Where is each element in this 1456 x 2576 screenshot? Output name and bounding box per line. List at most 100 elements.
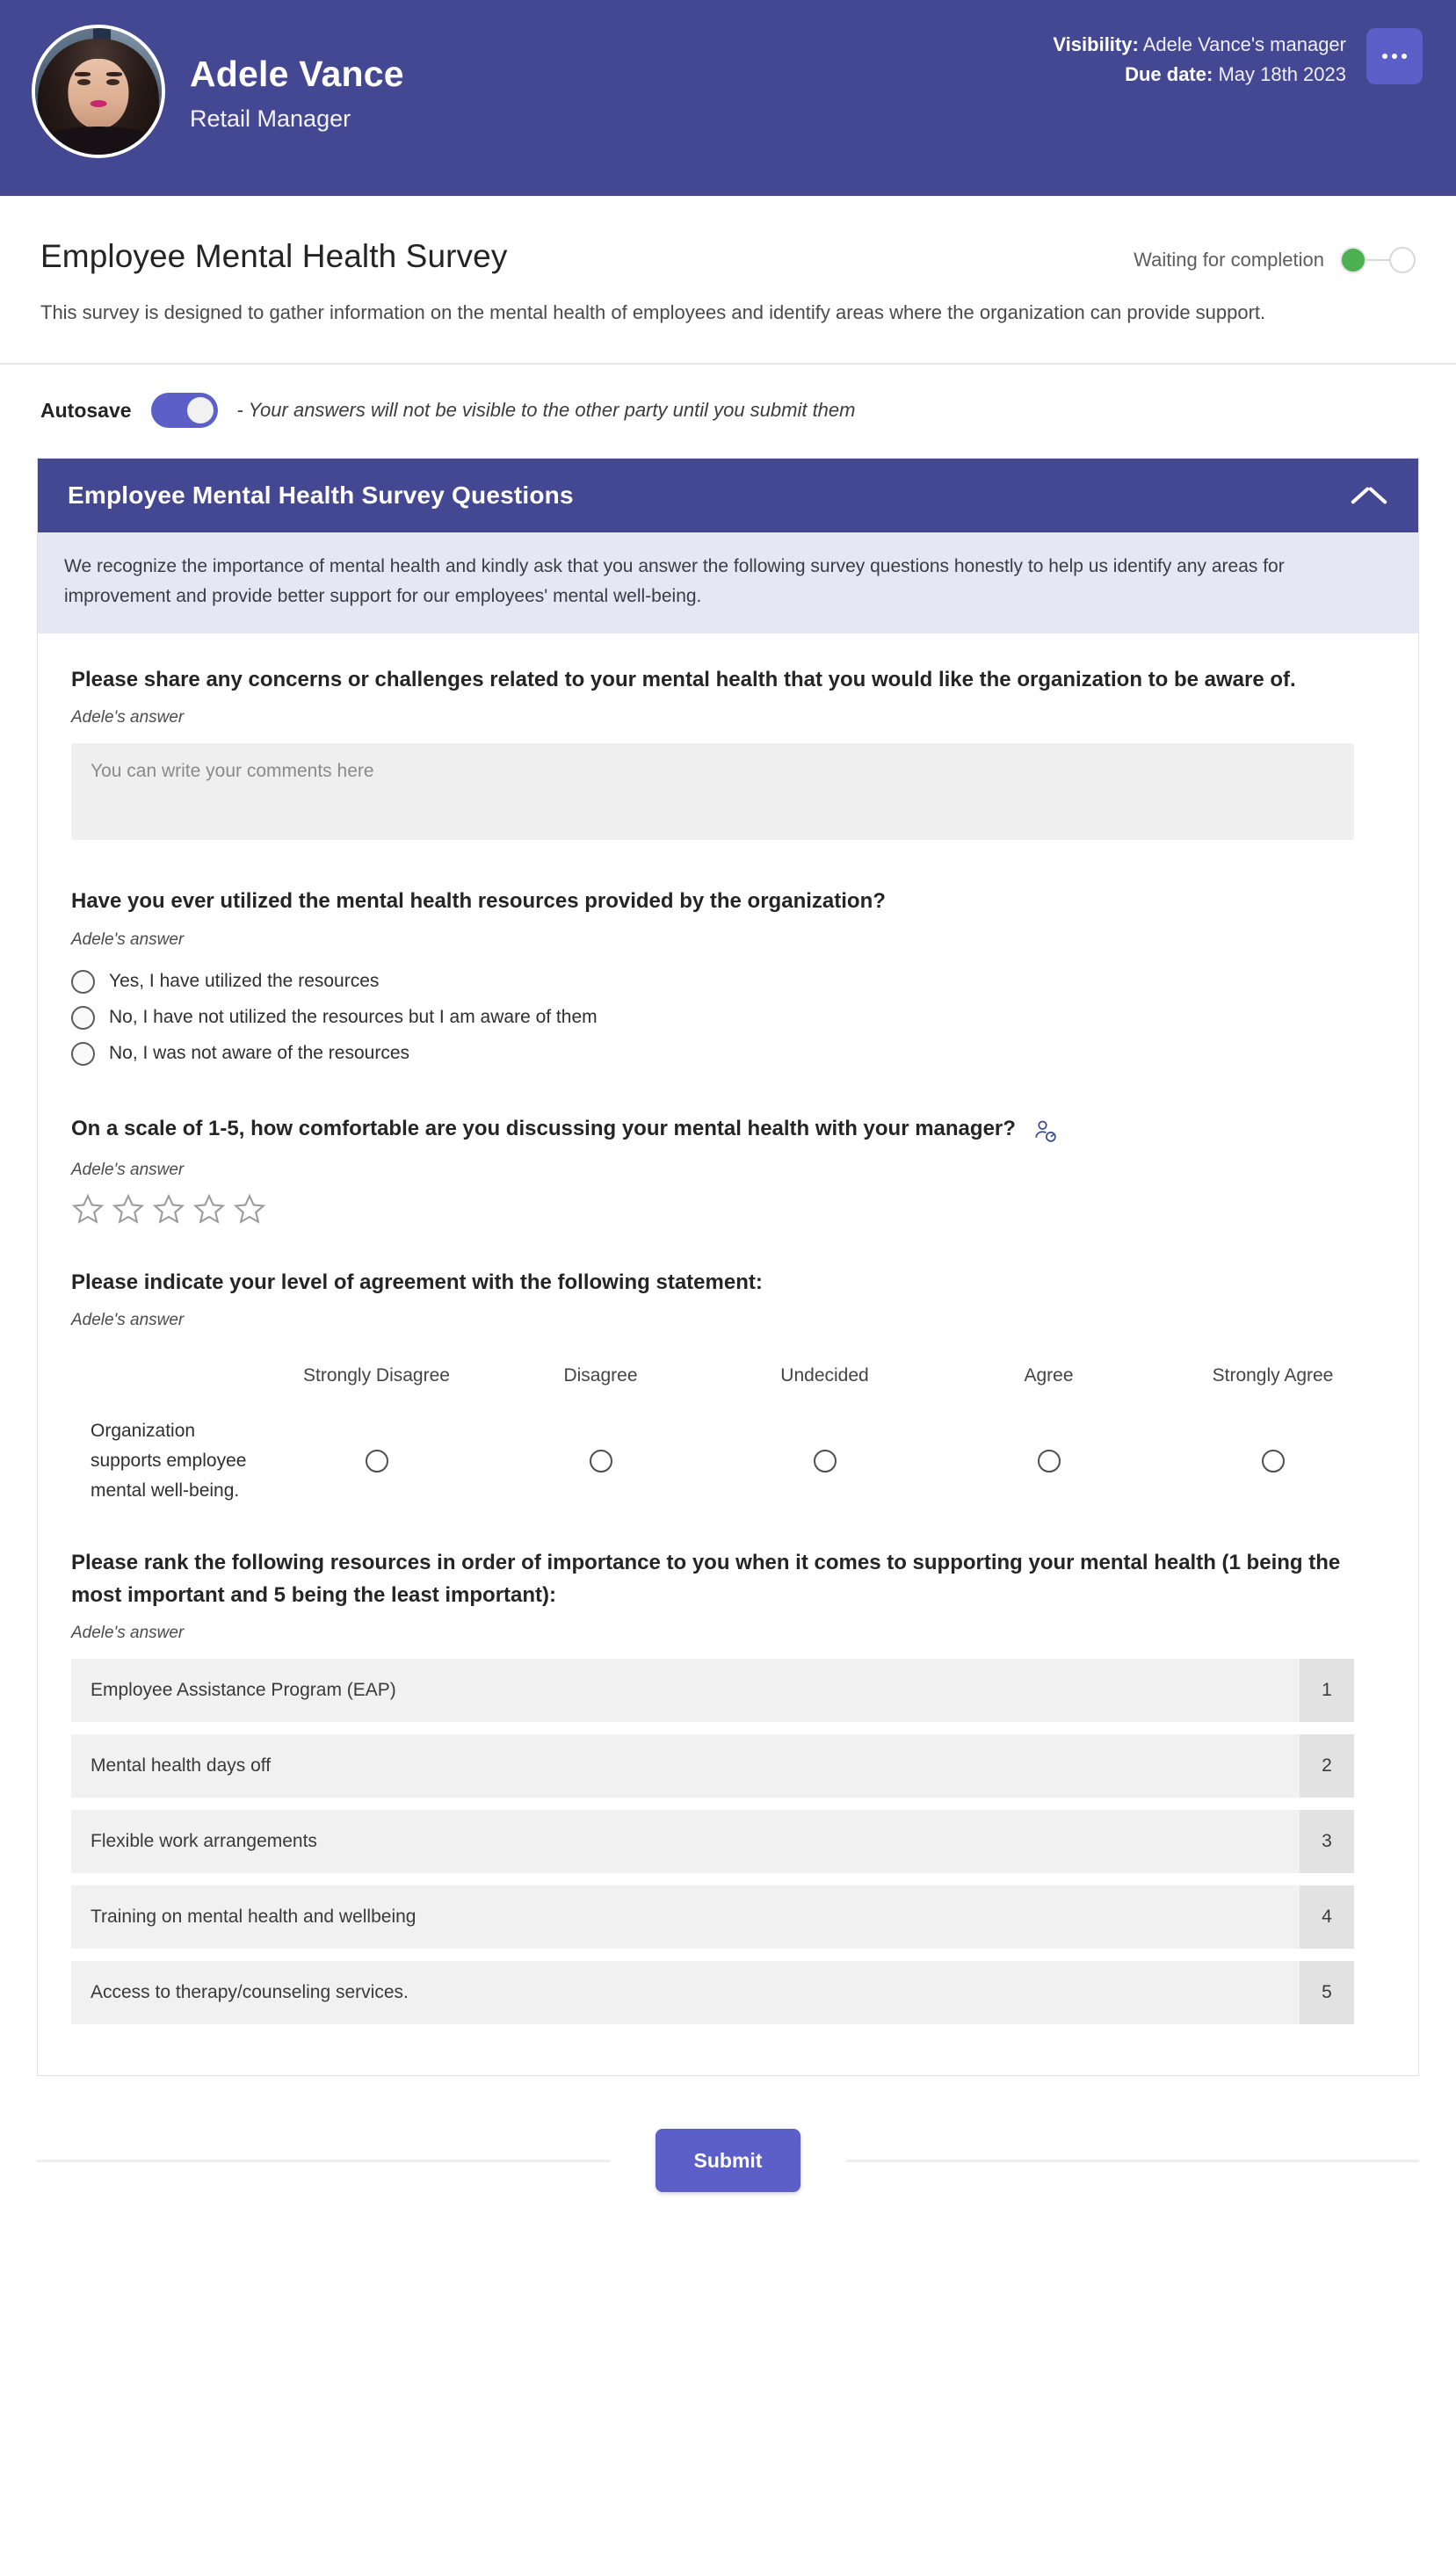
question-1: Please share any concerns or challenges … — [71, 663, 1385, 844]
likert-matrix-row: Organization supports employee mental we… — [71, 1416, 1385, 1506]
due-date-row: Due date: May 18th 2023 — [1053, 60, 1346, 90]
ranking-item-number: 3 — [1300, 1810, 1354, 1874]
likert-cell[interactable] — [264, 1449, 489, 1473]
survey-description: This survey is designed to gather inform… — [40, 301, 1266, 323]
star-icon[interactable] — [192, 1192, 226, 1226]
ranking-item-number: 2 — [1300, 1734, 1354, 1798]
star-icon[interactable] — [152, 1192, 185, 1226]
star-icon[interactable] — [112, 1192, 145, 1226]
question-4-answer-label: Adele's answer — [71, 1310, 185, 1329]
radio-option-label: Yes, I have utilized the resources — [109, 971, 380, 992]
survey-header: Employee Mental Health Survey This surve… — [0, 196, 1456, 365]
due-date-label: Due date: — [1125, 63, 1213, 86]
person-badge-icon — [1032, 1118, 1058, 1148]
likert-cell[interactable] — [713, 1449, 937, 1473]
visibility-label: Visibility: — [1053, 33, 1139, 55]
user-role: Retail Manager — [190, 105, 351, 133]
autosave-toggle[interactable] — [150, 393, 218, 429]
likert-matrix-header: Strongly Disagree Disagree Undecided Agr… — [71, 1365, 1385, 1386]
likert-column-header: Strongly Agree — [1212, 1364, 1334, 1386]
question-5-text: Please rank the following resources in o… — [71, 1550, 1341, 1608]
likert-column-header: Agree — [1024, 1364, 1074, 1386]
ranking-item[interactable]: Flexible work arrangements 3 — [71, 1810, 1354, 1874]
radio-circle-icon[interactable] — [71, 1041, 95, 1066]
divider-right — [846, 2159, 1420, 2162]
ranking-item-number: 5 — [1300, 1961, 1354, 2025]
radio-option[interactable]: No, I was not aware of the resources — [71, 1036, 1385, 1072]
progress-dots — [1340, 247, 1416, 273]
avatar — [32, 25, 165, 158]
autosave-note: - Your answers will not be visible to th… — [236, 399, 856, 422]
ranking-item[interactable]: Access to therapy/counseling services. 5 — [71, 1961, 1354, 2025]
radio-option[interactable]: Yes, I have utilized the resources — [71, 964, 1385, 1000]
question-2-answer-label: Adele's answer — [71, 930, 185, 949]
likert-column-header: Disagree — [563, 1364, 638, 1386]
user-name: Adele Vance — [190, 53, 404, 94]
likert-statement: Organization supports employee mental we… — [91, 1420, 247, 1501]
radio-circle-icon[interactable] — [589, 1449, 612, 1473]
name-block: Adele Vance Retail Manager — [190, 50, 404, 133]
question-1-text: Please share any concerns or challenges … — [71, 668, 1296, 692]
radio-circle-icon[interactable] — [813, 1449, 837, 1473]
ranking-item-number: 4 — [1300, 1885, 1354, 1950]
star-icon[interactable] — [233, 1192, 266, 1226]
survey-card-note: We recognize the importance of mental he… — [38, 532, 1418, 634]
radio-circle-icon[interactable] — [1037, 1449, 1061, 1473]
question-2-options: Yes, I have utilized the resources No, I… — [71, 964, 1385, 1072]
likert-cell[interactable] — [489, 1449, 713, 1473]
radio-circle-icon[interactable] — [365, 1449, 388, 1473]
question-5: Please rank the following resources in o… — [71, 1546, 1385, 2025]
radio-circle-icon[interactable] — [71, 969, 95, 994]
ranking-item[interactable]: Employee Assistance Program (EAP) 1 — [71, 1659, 1354, 1723]
autosave-label: Autosave — [40, 398, 132, 422]
visibility-value: Adele Vance's manager — [1142, 33, 1346, 55]
submit-area: Submit — [0, 2129, 1456, 2254]
likert-column-header: Undecided — [780, 1364, 869, 1386]
question-4: Please indicate your level of agreement … — [71, 1266, 1385, 1506]
autosave-row: Autosave - Your answers will not be visi… — [0, 365, 1456, 458]
progress-dot-complete — [1340, 247, 1366, 273]
question-2: Have you ever utilized the mental health… — [71, 885, 1385, 1071]
radio-circle-icon[interactable] — [1261, 1449, 1285, 1473]
survey-card-header[interactable]: Employee Mental Health Survey Questions — [38, 459, 1418, 533]
ranking-item[interactable]: Mental health days off 2 — [71, 1734, 1354, 1798]
banner-meta: Visibility: Adele Vance's manager Due da… — [1053, 30, 1346, 90]
profile-block: Adele Vance Retail Manager — [0, 0, 404, 158]
due-date-value: May 18th 2023 — [1218, 63, 1346, 86]
question-3-head: On a scale of 1-5, how comfortable are y… — [71, 1112, 1385, 1148]
progress-connector — [1366, 259, 1389, 261]
divider-left — [37, 2159, 610, 2162]
star-rating[interactable] — [71, 1192, 1385, 1226]
ellipsis-icon[interactable] — [1366, 28, 1423, 84]
status-indicator: Waiting for completion — [1134, 247, 1416, 273]
question-4-text: Please indicate your level of agreement … — [71, 1270, 763, 1294]
visibility-row: Visibility: Adele Vance's manager — [1053, 30, 1346, 60]
likert-column-header: Strongly Disagree — [303, 1364, 450, 1386]
comments-textarea[interactable] — [71, 743, 1354, 841]
survey-card: Employee Mental Health Survey Questions … — [37, 458, 1419, 2077]
chevron-up-icon[interactable] — [1350, 484, 1388, 507]
likert-matrix: Strongly Disagree Disagree Undecided Agr… — [71, 1365, 1385, 1506]
survey-card-body: Please share any concerns or challenges … — [38, 633, 1418, 2075]
ranking-item-label: Training on mental health and wellbeing — [91, 1907, 417, 1928]
likert-cell[interactable] — [937, 1449, 1161, 1473]
star-icon[interactable] — [71, 1192, 105, 1226]
ranking-item[interactable]: Training on mental health and wellbeing … — [71, 1885, 1354, 1950]
question-2-text: Have you ever utilized the mental health… — [71, 889, 886, 914]
ranking-item-label: Flexible work arrangements — [91, 1831, 317, 1852]
question-5-answer-label: Adele's answer — [71, 1624, 185, 1643]
likert-cell[interactable] — [1161, 1449, 1385, 1473]
radio-option-label: No, I have not utilized the resources bu… — [109, 1007, 598, 1028]
status-text: Waiting for completion — [1134, 249, 1324, 271]
progress-dot-pending — [1389, 247, 1416, 273]
ranking-item-number: 1 — [1300, 1659, 1354, 1723]
radio-circle-icon[interactable] — [71, 1005, 95, 1030]
profile-banner: Adele Vance Retail Manager Visibility: A… — [0, 0, 1456, 196]
submit-button[interactable]: Submit — [655, 2129, 801, 2193]
question-3-answer-label: Adele's answer — [71, 1160, 185, 1179]
question-1-answer-label: Adele's answer — [71, 708, 185, 727]
ranking-item-label: Employee Assistance Program (EAP) — [91, 1680, 396, 1701]
survey-card-title: Employee Mental Health Survey Questions — [68, 481, 574, 510]
radio-option[interactable]: No, I have not utilized the resources bu… — [71, 1000, 1385, 1036]
question-3-text: On a scale of 1-5, how comfortable are y… — [71, 1116, 1016, 1140]
